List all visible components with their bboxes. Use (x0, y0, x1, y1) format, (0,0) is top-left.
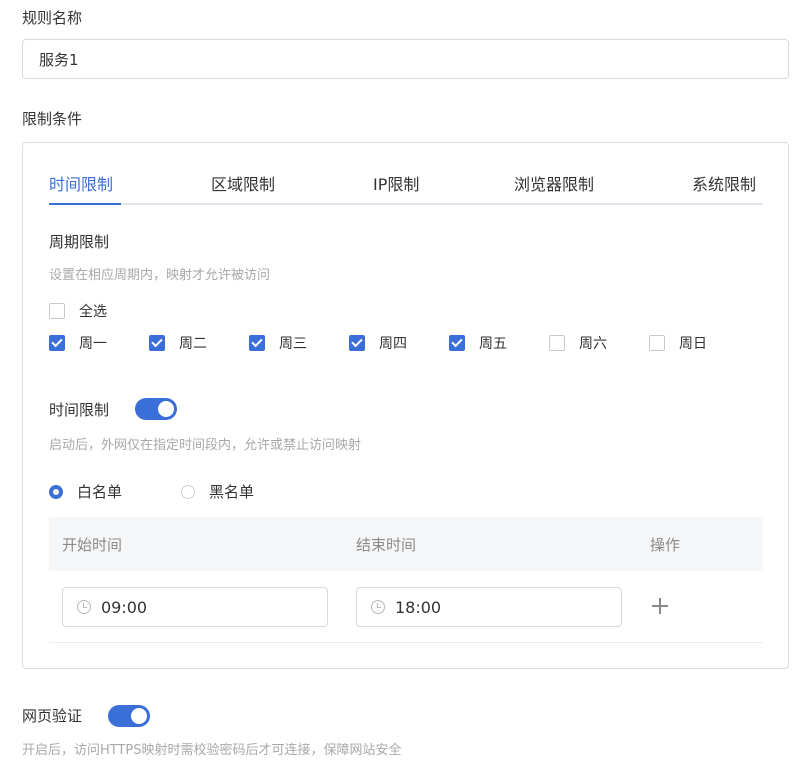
radio-label: 白名单 (77, 483, 123, 501)
checkbox-box (349, 335, 365, 351)
web-auth-toggle[interactable] (108, 705, 150, 727)
checkbox-label: 周四 (379, 336, 407, 352)
tab-browser-limit[interactable]: 浏览器限制 (514, 171, 594, 195)
checkbox-label: 全选 (79, 304, 107, 320)
start-time-input[interactable]: 09:00 (62, 587, 328, 627)
radio-whitelist[interactable]: 白名单 (49, 481, 122, 502)
clock-icon (77, 600, 91, 614)
conditions-label: 限制条件 (22, 110, 83, 128)
add-row-plus-icon[interactable] (649, 595, 671, 617)
end-time-input[interactable]: 18:00 (356, 587, 622, 627)
checkbox-box (249, 335, 265, 351)
day-checkbox-tue[interactable]: 周二 (149, 333, 207, 353)
column-actions: 操作 (650, 536, 681, 554)
checkbox-label: 周六 (579, 336, 607, 352)
period-hint: 设置在相应周期内，映射才允许被访问 (49, 268, 271, 283)
radio-label: 黑名单 (209, 483, 255, 501)
checkbox-label: 周三 (279, 336, 307, 352)
conditions-panel: 时间限制 区域限制 IP限制 浏览器限制 系统限制 周期限制 设置在相应周期内，… (22, 142, 789, 669)
checkbox-label: 周一 (79, 336, 107, 352)
tab-ip-limit[interactable]: IP限制 (373, 171, 419, 195)
time-limit-toggle[interactable] (135, 398, 177, 420)
day-checkbox-sat[interactable]: 周六 (549, 333, 607, 353)
radio-circle (181, 484, 195, 499)
condition-tabs: 时间限制 区域限制 IP限制 浏览器限制 系统限制 (49, 165, 763, 205)
rule-name-value: 服务1 (39, 50, 79, 69)
clock-icon (371, 600, 385, 614)
time-limit-title: 时间限制 (49, 401, 110, 419)
column-end-time: 结束时间 (356, 536, 417, 554)
day-checkbox-fri[interactable]: 周五 (449, 333, 507, 353)
end-time-value: 18:00 (395, 597, 442, 617)
day-checkbox-mon[interactable]: 周一 (49, 333, 107, 353)
time-table-header: 开始时间 结束时间 操作 (49, 517, 763, 571)
column-start-time: 开始时间 (62, 536, 123, 554)
rule-name-label: 规则名称 (22, 9, 83, 27)
tab-region-limit[interactable]: 区域限制 (211, 171, 275, 195)
checkbox-box (149, 335, 165, 351)
web-auth-title: 网页验证 (22, 707, 83, 725)
checkbox-box (649, 335, 665, 351)
radio-blacklist[interactable]: 黑名单 (181, 481, 254, 502)
select-all-checkbox[interactable]: 全选 (49, 301, 107, 321)
checkbox-box (49, 335, 65, 351)
day-checkbox-thu[interactable]: 周四 (349, 333, 407, 353)
period-title: 周期限制 (49, 233, 110, 251)
time-limit-hint: 启动后，外网仅在指定时间段内，允许或禁止访问映射 (49, 438, 362, 453)
checkbox-label: 周二 (179, 336, 207, 352)
web-auth-hint: 开启后，访问HTTPS映射时需校验密码后才可连接，保障网站安全 (22, 743, 402, 758)
start-time-value: 09:00 (101, 597, 148, 617)
tab-time-limit[interactable]: 时间限制 (49, 171, 113, 195)
checkbox-box (549, 335, 565, 351)
checkbox-box (49, 303, 65, 319)
toggle-knob (158, 401, 174, 417)
table-row: 09:00 18:00 (49, 571, 763, 643)
toggle-knob (131, 708, 147, 724)
checkbox-label: 周日 (679, 336, 707, 352)
radio-circle (49, 484, 63, 499)
day-checkbox-sun[interactable]: 周日 (649, 333, 707, 353)
rule-name-input[interactable]: 服务1 (22, 39, 789, 79)
day-checkbox-wed[interactable]: 周三 (249, 333, 307, 353)
checkbox-box (449, 335, 465, 351)
tab-system-limit[interactable]: 系统限制 (692, 171, 756, 195)
checkbox-label: 周五 (479, 336, 507, 352)
active-tab-indicator (49, 203, 121, 205)
